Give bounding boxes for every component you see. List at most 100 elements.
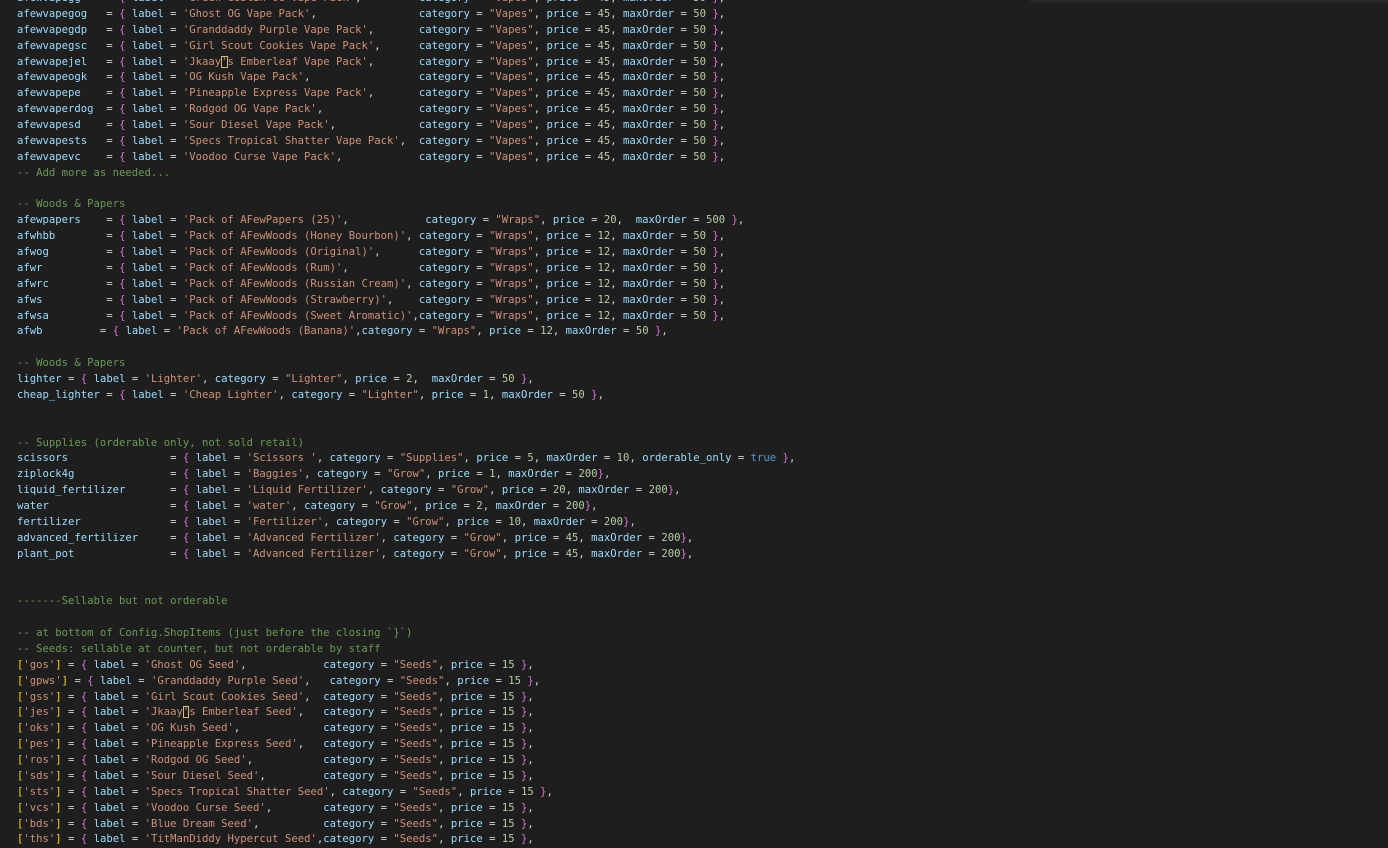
code-punctuation: , (527, 706, 534, 719)
code-string: "Vapes" (489, 150, 534, 163)
code-identifier: afewvapegdp (17, 23, 88, 36)
code-punctuation: = (125, 484, 183, 497)
code-punctuation: , (610, 309, 624, 322)
code-punctuation: = (482, 373, 502, 385)
code-line[interactable]: ['gss'] = { label = 'Girl Scout Cookies … (17, 690, 795, 706)
code-number: 50 (693, 246, 706, 258)
code-identifier: orderable_only (642, 452, 732, 465)
code-line[interactable]: afwr = { label = 'Pack of AFewWoods (Rum… (17, 261, 795, 277)
code-punctuation: , (718, 230, 726, 243)
code-line[interactable]: ['gos'] = { label = 'Ghost OG Seed', cat… (17, 658, 795, 674)
code-punctuation: = (125, 690, 145, 703)
code-line[interactable] (17, 182, 795, 198)
code-line[interactable]: -- Seeds: sellable at counter, but not o… (17, 642, 795, 658)
code-identifier: category (418, 39, 470, 52)
code-number: 50 (572, 388, 585, 401)
code-line[interactable]: afewvapeogk = { label = 'OG Kush Vape Pa… (17, 70, 795, 86)
code-line[interactable]: afws = { label = 'Pack of AFewWoods (Str… (17, 293, 795, 309)
code-line[interactable]: afewvapests = { label = 'Specs Tropical … (17, 134, 795, 150)
code-line[interactable]: ['pes'] = { label = 'Pineapple Express S… (17, 737, 795, 753)
code-identifier: category (316, 468, 368, 481)
code-line[interactable]: water = { label = 'water', category = "G… (17, 499, 795, 515)
code-string: 'ths' (23, 833, 56, 846)
code-punctuation: , (240, 658, 324, 671)
code-line[interactable]: -- Add more as needed... (17, 166, 795, 182)
code-line[interactable]: plant_pot = { label = 'Advanced Fertiliz… (17, 547, 795, 563)
code-line[interactable]: ziplock4g = { label = 'Baggies', categor… (17, 467, 795, 483)
code-number: 45 (597, 23, 611, 36)
code-line[interactable]: afewpapers = { label = 'Pack of AFewPape… (17, 213, 795, 229)
code-line[interactable] (17, 340, 795, 356)
code-string: 'Granddaddy Purple Vape Pack' (182, 23, 368, 36)
code-line[interactable]: afewvapegsc = { label = 'Girl Scout Cook… (17, 39, 795, 55)
code-line[interactable]: afewvapepe = { label = 'Pineapple Expres… (17, 86, 795, 102)
code-punctuation: = (163, 71, 183, 84)
code-line[interactable]: cheap_lighter = { label = 'Cheap Lighter… (17, 388, 795, 404)
code-line[interactable] (17, 404, 795, 420)
code-punctuation: , (316, 103, 419, 116)
code-punctuation: , (546, 785, 553, 798)
code-line[interactable]: afwrc = { label = 'Pack of AFewWoods (Ru… (17, 277, 795, 293)
code-punctuation: , (527, 754, 534, 766)
code-punctuation: , (533, 309, 547, 322)
code-punctuation: = (520, 325, 541, 338)
code-line[interactable]: lighter = { label = 'Lighter', category … (17, 372, 795, 388)
code-punctuation: = (578, 7, 598, 20)
code-string: 'Pack of AFewPapers (25)' (182, 214, 343, 227)
code-line[interactable]: afewvapejel = { label = 'Jkaay's Emberle… (17, 55, 795, 71)
code-line[interactable]: -------Sellable but not orderable (17, 594, 795, 610)
code-punctuation: , (718, 87, 726, 100)
code-line[interactable]: -- at bottom of Config.ShopItems (just b… (17, 626, 795, 642)
code-string: 'Pineapple Express Vape Pack' (182, 87, 368, 100)
code-punctuation: = (578, 0, 597, 4)
code-punctuation: = (578, 87, 598, 100)
code-identifier: afewvapesd (17, 119, 81, 131)
code-punctuation: , (565, 484, 579, 497)
code-line[interactable]: afewvaperdog = { label = 'Rodgod OG Vape… (17, 102, 795, 118)
code-punctuation: = (674, 7, 694, 20)
code-content[interactable]: afewvapegg = { label = 'Green Goblin OG … (17, 0, 795, 848)
code-line[interactable] (17, 610, 795, 626)
code-punctuation: = (444, 531, 464, 544)
code-line[interactable]: -- Woods & Papers (17, 197, 795, 213)
code-identifier: price (514, 547, 547, 560)
code-line[interactable]: ['sts'] = { label = 'Specs Tropical Shat… (17, 785, 795, 801)
code-line[interactable] (17, 563, 795, 579)
code-line[interactable]: afewvapevc = { label = 'Voodoo Curse Vap… (17, 150, 795, 166)
code-line[interactable]: afwog = { label = 'Pack of AFewWoods (Or… (17, 245, 795, 261)
code-line[interactable]: ['bds'] = { label = 'Blue Dream Seed', c… (17, 817, 795, 833)
code-line[interactable]: ['gpws'] = { label = 'Granddaddy Purple … (17, 674, 795, 690)
code-identifier: advanced_fertilizer (17, 531, 139, 544)
code-punctuation: , (367, 484, 381, 497)
code-line[interactable]: ['vcs'] = { label = 'Voodoo Curse Seed',… (17, 801, 795, 817)
code-line[interactable]: -- Woods & Papers (17, 356, 795, 372)
code-identifier: price (546, 230, 579, 243)
code-line[interactable]: afewvapesd = { label = 'Sour Diesel Vape… (17, 118, 795, 134)
code-line[interactable]: liquid_fertilizer = { label = 'Liquid Fe… (17, 483, 795, 499)
code-line[interactable]: afwsa = { label = 'Pack of AFewWoods (Sw… (17, 309, 795, 325)
code-identifier: label (131, 309, 164, 322)
code-line[interactable]: advanced_fertilizer = { label = 'Advance… (17, 531, 795, 547)
code-line[interactable]: ['ros'] = { label = 'Rodgod OG Seed', ca… (17, 753, 795, 769)
code-line[interactable]: afewvapegog = { label = 'Ghost OG Vape P… (17, 7, 795, 23)
code-line[interactable]: afwhbb = { label = 'Pack of AFewWoods (H… (17, 229, 795, 245)
code-line[interactable]: fertilizer = { label = 'Fertilizer', cat… (17, 515, 795, 531)
code-punctuation: , (406, 230, 419, 243)
code-punctuation: = (482, 706, 502, 719)
code-identifier: category (418, 7, 470, 20)
code-line[interactable]: afewvapegdp = { label = 'Granddaddy Purp… (17, 23, 795, 39)
code-punctuation: = (584, 214, 604, 227)
code-line[interactable]: afwb = { label = 'Pack of AFewWoods (Ban… (17, 324, 795, 340)
code-line[interactable] (17, 420, 795, 436)
code-line[interactable]: scissors = { label = 'Scissors ', catego… (17, 451, 795, 467)
code-punctuation: = (674, 261, 694, 274)
code-line[interactable] (17, 578, 795, 594)
code-line[interactable]: -- Supplies (orderable only, not sold re… (17, 436, 795, 452)
code-editor[interactable]: afewvapegg = { label = 'Green Goblin OG … (0, 0, 1388, 848)
code-line[interactable]: ['ths'] = { label = 'TitManDiddy Hypercu… (17, 832, 795, 848)
code-line[interactable]: ['oks'] = { label = 'OG Kush Seed', cate… (17, 721, 795, 737)
code-line[interactable]: ['jes'] = { label = 'Jkaay's Emberleaf S… (17, 705, 795, 721)
code-line[interactable]: afewvapegg = { label = 'Green Goblin OG … (17, 0, 795, 7)
code-identifier: category (418, 230, 470, 243)
code-line[interactable]: ['sds'] = { label = 'Sour Diesel Seed', … (17, 769, 795, 785)
